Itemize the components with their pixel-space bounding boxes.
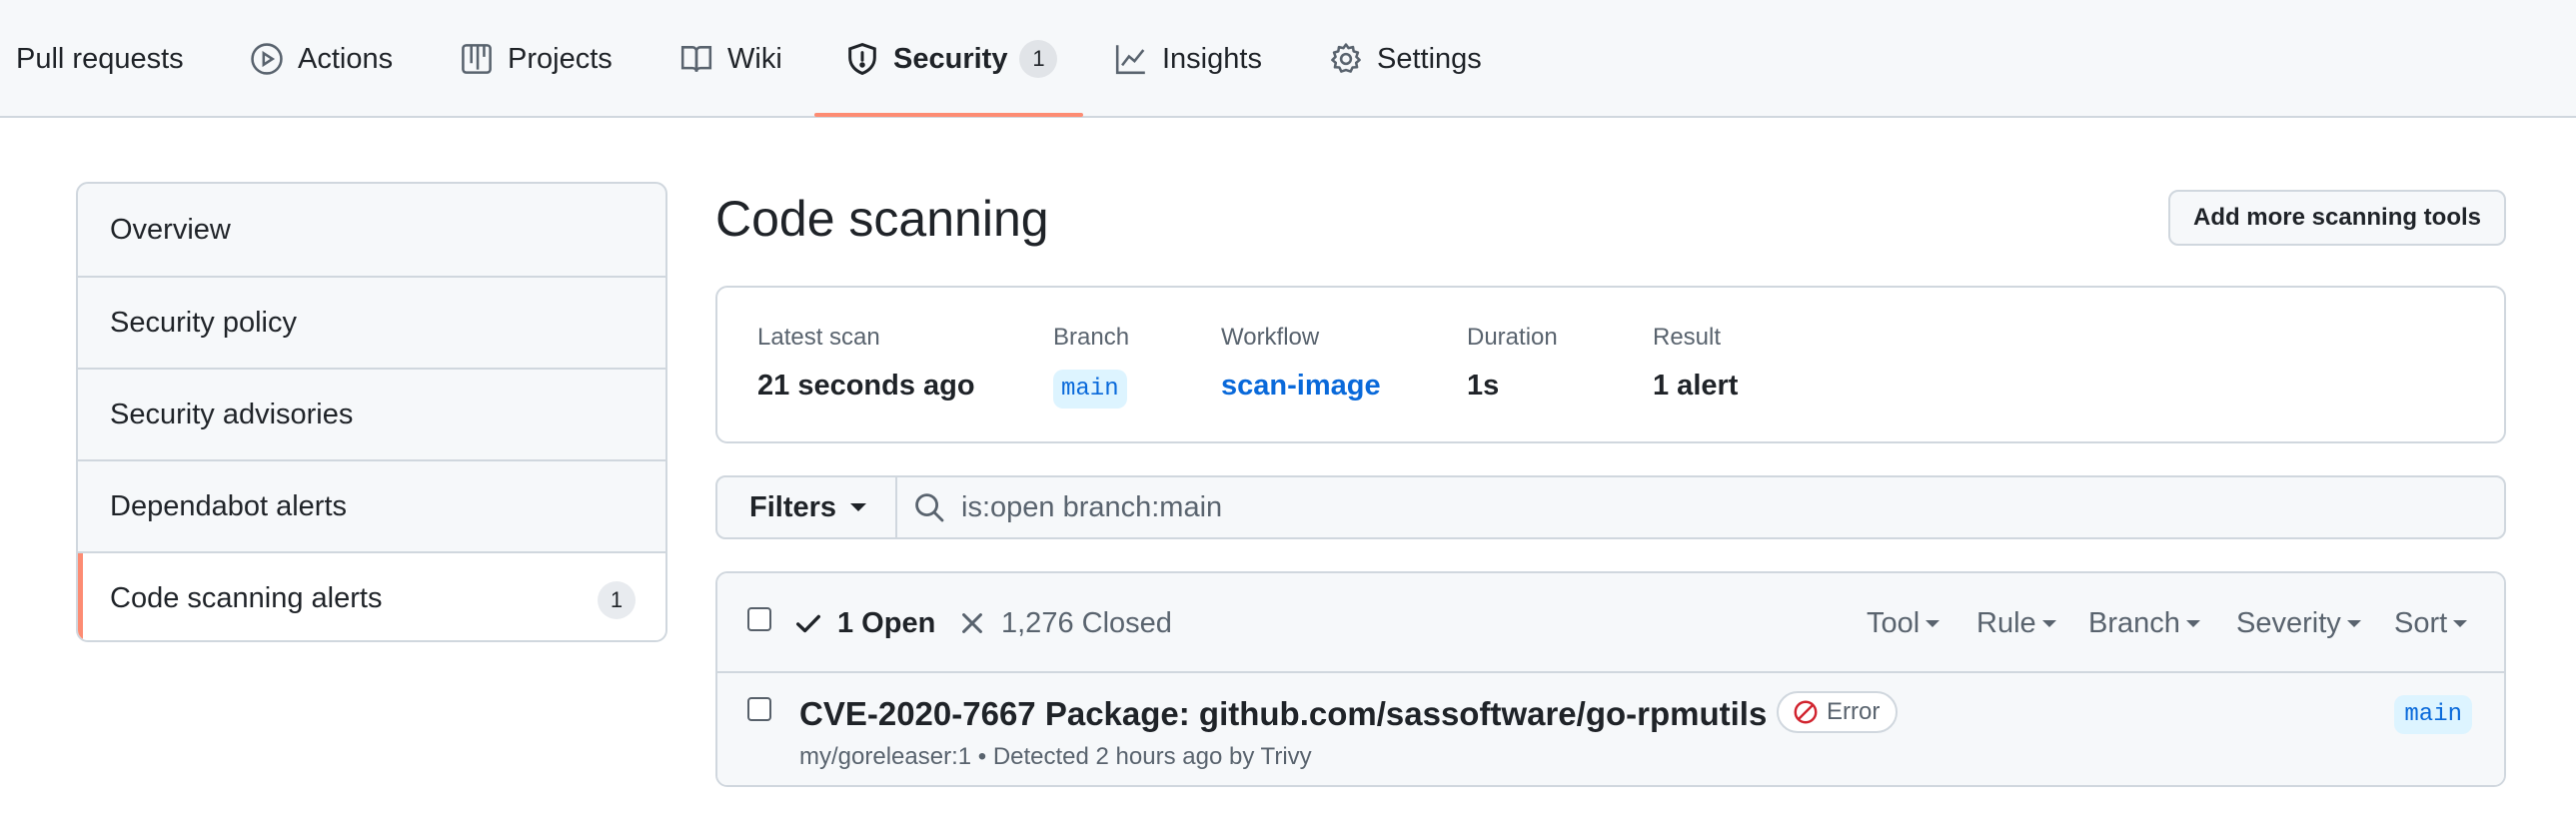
table-icon [460, 42, 494, 76]
selected-tab-underline [814, 113, 1083, 117]
nav-label: Actions [298, 42, 394, 75]
add-scanning-tools-button[interactable]: Add more scanning tools [2168, 190, 2506, 246]
duration-value: 1s [1467, 370, 1500, 402]
latest-scan: Latest scan 21 seconds ago [757, 324, 975, 403]
severity-filter-menu[interactable]: Severity [2236, 573, 2361, 673]
sidebar-item-code-scanning-alerts[interactable]: Code scanning alerts 1 [78, 551, 665, 640]
nav-label: Wiki [727, 42, 782, 75]
sidebar-item-security-policy[interactable]: Security policy [78, 276, 665, 368]
book-icon [679, 42, 713, 76]
repo-nav: Pull requests Actions Projects Wiki Secu… [0, 0, 2576, 118]
sort-menu[interactable]: Sort [2394, 573, 2468, 673]
select-all-checkbox[interactable] [747, 607, 771, 631]
tab-actions[interactable]: Actions [250, 0, 393, 118]
nav-label: Security [893, 42, 1008, 75]
chevron-down-icon [2041, 619, 2056, 627]
nav-label: Projects [508, 42, 613, 75]
filter-bar: Filters is:open branch:main [715, 475, 2506, 539]
chevron-down-icon [850, 503, 867, 511]
security-counter: 1 [1019, 40, 1058, 78]
alerts-list: 1 Open 1,276 Closed Tool Rule Branch Sev… [715, 571, 2506, 787]
scan-result: Result 1 alert [1653, 324, 1738, 403]
nav-label: Pull requests [16, 42, 184, 75]
check-icon [796, 614, 820, 633]
tab-pull-requests[interactable]: Pull requests [16, 0, 184, 118]
scan-duration: Duration 1s [1467, 324, 1558, 403]
sidebar-item-label: Dependabot alerts [110, 489, 347, 522]
scan-summary: Latest scan 21 seconds ago Branch main W… [715, 286, 2506, 443]
search-icon [915, 493, 944, 522]
chevron-down-icon [2185, 619, 2200, 627]
scan-branch: Branch main [1053, 324, 1129, 409]
gear-icon [1329, 42, 1363, 76]
alert-meta: my/goreleaser:1 • Detected 2 hours ago b… [799, 743, 1312, 770]
filters-dropdown-button[interactable]: Filters [717, 477, 897, 537]
workflow-link[interactable]: scan-image [1221, 370, 1381, 403]
workflow-label: Workflow [1221, 324, 1320, 351]
tool-filter-menu[interactable]: Tool [1867, 573, 1940, 673]
nav-label: Insights [1162, 42, 1262, 75]
tab-insights[interactable]: Insights [1114, 0, 1262, 118]
result-value: 1 alert [1653, 370, 1739, 402]
severity-badge: Error [1777, 691, 1899, 733]
sidebar-item-label: Code scanning alerts [110, 581, 383, 614]
x-icon [962, 613, 982, 633]
menu-label: Rule [1976, 606, 2036, 639]
sidebar-item-label: Security policy [110, 306, 297, 339]
stop-icon [1794, 700, 1818, 724]
sidebar-item-security-advisories[interactable]: Security advisories [78, 368, 665, 459]
page-title: Code scanning [715, 191, 1049, 247]
menu-label: Tool [1867, 606, 1921, 639]
alert-row: CVE-2020-7667 Package: github.com/sassof… [717, 673, 2504, 785]
tab-projects[interactable]: Projects [460, 0, 613, 118]
graph-icon [1114, 42, 1148, 76]
closed-count-label: 1,276 Closed [1001, 606, 1172, 639]
code-scanning-counter: 1 [598, 581, 636, 619]
chevron-down-icon [2346, 619, 2361, 627]
play-icon [250, 42, 284, 76]
branch-filter-menu[interactable]: Branch [2088, 573, 2200, 673]
branch-name-pill[interactable]: main [1053, 370, 1127, 409]
security-sidebar: Overview Security policy Security adviso… [76, 182, 667, 642]
result-label: Result [1653, 324, 1722, 351]
sidebar-item-label: Overview [110, 213, 231, 246]
latest-scan-label: Latest scan [757, 324, 880, 351]
search-input[interactable]: is:open branch:main [897, 477, 2504, 537]
filters-label: Filters [749, 490, 837, 523]
chevron-down-icon [1926, 619, 1940, 627]
nav-label: Settings [1377, 42, 1482, 75]
tab-settings[interactable]: Settings [1329, 0, 1482, 118]
open-alerts-tab[interactable]: 1 Open [793, 573, 935, 673]
menu-label: Severity [2236, 606, 2341, 639]
sidebar-item-dependabot-alerts[interactable]: Dependabot alerts [78, 459, 665, 551]
tab-security[interactable]: Security 1 [845, 0, 1058, 118]
branch-label: Branch [1053, 324, 1130, 351]
latest-scan-value: 21 seconds ago [757, 370, 975, 402]
chevron-down-icon [2453, 619, 2468, 627]
alert-title-link[interactable]: CVE-2020-7667 Package: github.com/sassof… [799, 695, 1767, 733]
search-query: is:open branch:main [961, 490, 1223, 523]
open-count-label: 1 Open [837, 606, 936, 639]
menu-label: Sort [2394, 606, 2448, 639]
alerts-list-header: 1 Open 1,276 Closed Tool Rule Branch Sev… [717, 573, 2504, 673]
closed-alerts-tab[interactable]: 1,276 Closed [957, 573, 1172, 673]
scan-workflow: Workflow scan-image [1221, 324, 1381, 403]
shield-icon [845, 42, 879, 76]
alert-row-checkbox[interactable] [747, 697, 771, 721]
severity-label: Error [1827, 698, 1881, 725]
sidebar-item-overview[interactable]: Overview [78, 184, 665, 276]
menu-label: Branch [2088, 606, 2180, 639]
duration-label: Duration [1467, 324, 1558, 351]
tab-wiki[interactable]: Wiki [679, 0, 782, 118]
rule-filter-menu[interactable]: Rule [1976, 573, 2056, 673]
alert-branch-pill[interactable]: main [2394, 695, 2472, 734]
sidebar-item-label: Security advisories [110, 398, 354, 430]
